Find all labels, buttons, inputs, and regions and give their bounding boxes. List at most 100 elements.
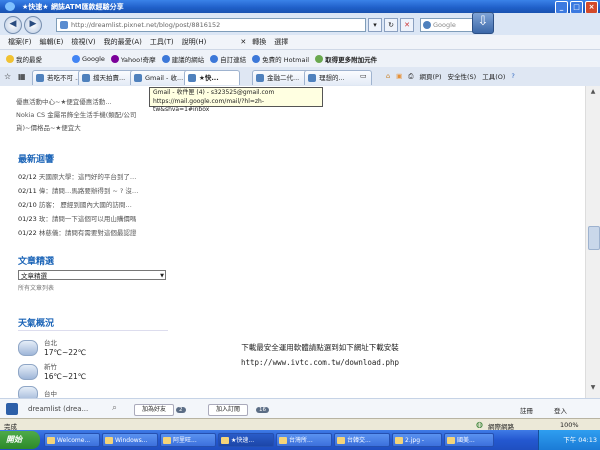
menu-favorites[interactable]: 我的最愛(A) [104, 37, 142, 47]
taskbar-item[interactable]: Welcome... [44, 433, 100, 447]
window-titlebar: ★快速★ 網誌ATM匯款經驗分享 _ □ × [0, 0, 600, 14]
blog-name[interactable]: dreamlist (drea... [28, 405, 88, 413]
comment-item[interactable]: 01/23 玫：請問一下這個可以用山購價嗎 [18, 212, 138, 226]
back-button[interactable]: ◀ [4, 16, 22, 34]
ie-icon [252, 54, 261, 63]
taskbar-item[interactable]: 2.jpg - [392, 433, 442, 447]
app-icon [105, 437, 113, 444]
ie-icon [161, 54, 170, 63]
new-tab-icon[interactable]: ▭ [360, 72, 367, 80]
menu-edit[interactable]: 編輯(E) [40, 37, 64, 47]
featured-articles-title: 文章精選 [18, 257, 55, 267]
comment-item[interactable]: 02/12 天國原大學：這門好的平台到了… [18, 170, 138, 184]
add-friend-button[interactable]: 加為好友 [134, 404, 174, 416]
weather-item: 新竹 16℃~21℃ [18, 362, 168, 382]
fav-google[interactable]: Google [72, 54, 105, 63]
feeds-icon[interactable]: ▣ [396, 72, 402, 80]
favorites-center-icon[interactable]: ☆ [4, 72, 11, 81]
register-link[interactable]: 註冊 [520, 405, 533, 415]
latest-comments-list: 02/12 天國原大學：這門好的平台到了… 02/11 偉：請問…馬路要辦得到 … [18, 170, 138, 240]
yahoo-icon [110, 54, 119, 63]
start-button[interactable]: 開始 [0, 431, 40, 449]
download-arrow-icon[interactable]: ⇩ [472, 12, 494, 34]
divider [18, 330, 168, 331]
url-text: http://dreamlist.pixnet.net/blog/post/88… [71, 21, 221, 29]
favorites-bar: 我的最愛 Google Yahoo!奇摩 建議的網站 自訂連結 免費的 Hotm… [0, 50, 600, 68]
cloud-icon [18, 340, 38, 356]
page-icon [256, 74, 264, 82]
select-button[interactable]: 選擇 [274, 37, 288, 47]
tab-bar: ☆ ▦ 若吃不可 ... 擋天拍賣... Gmail - 收... ★快... … [0, 67, 600, 87]
ie-logo-icon [5, 2, 15, 11]
safety-menu[interactable]: 安全性(S) [448, 71, 477, 81]
taskbar-item[interactable]: 國美... [444, 433, 494, 447]
taskbar-item[interactable]: 台韓交... [334, 433, 390, 447]
comment-item[interactable]: 01/22 林慈儀：請問有需要對這個最認證 [18, 226, 138, 240]
taskbar-item[interactable]: Windows... [102, 433, 158, 447]
forward-button[interactable]: ▶ [24, 16, 42, 34]
download-link[interactable]: http://www.ivtc.com.tw/download.php [170, 358, 470, 367]
product-link[interactable]: 貨)~價格品~★便宜大 [16, 122, 176, 135]
app-icon [163, 437, 171, 444]
convert-button[interactable]: 轉換 [252, 37, 266, 47]
app-icon [221, 437, 229, 444]
tools-menu[interactable]: 工具(O) [482, 71, 505, 81]
login-link[interactable]: 登入 [554, 405, 567, 415]
page-content: 優惠活動中心~★便宜優惠活動… Nokia CS 金屬吊飾全生活手機(類配/公司… [0, 86, 585, 398]
fav-hotmail[interactable]: 免費的 Hotmail [252, 54, 309, 64]
google-icon [72, 54, 80, 63]
refresh-icon[interactable]: ↻ [384, 18, 398, 32]
home-icon[interactable]: ⌂ [386, 72, 390, 80]
taskbar-item-active[interactable]: ★快速... [218, 433, 274, 447]
app-icon [395, 437, 403, 444]
comment-item[interactable]: 02/10 訪客： 歷經到國內大國的訪問… [18, 198, 138, 212]
comment-item[interactable]: 02/11 偉：請問…馬路要辦得到 ~ ? 沒… [18, 184, 138, 198]
clock[interactable]: 下午 04:13 [563, 436, 597, 444]
app-icon [279, 437, 287, 444]
menu-view[interactable]: 檢視(V) [71, 37, 95, 47]
addon-icon [315, 54, 324, 63]
search-icon[interactable]: ⌕ [112, 403, 117, 413]
friend-count: 2 [176, 405, 186, 413]
taskbar-item[interactable]: 台灣所... [276, 433, 332, 447]
window-title: ★快速★ 網誌ATM匯款經驗分享 [22, 3, 124, 11]
google-icon [423, 21, 431, 29]
page-icon [188, 74, 196, 82]
scroll-up-icon[interactable]: ▲ [588, 88, 598, 98]
menu-file[interactable]: 檔案(F) [8, 37, 32, 47]
fav-suggested[interactable]: 建議的網站 [161, 54, 204, 64]
subscribe-count: 16 [256, 405, 269, 413]
pixnet-logo-icon [6, 403, 18, 415]
taskbar-item[interactable]: 阿里旺... [160, 433, 216, 447]
address-toolbar: ◀ ▶ http://dreamlist.pixnet.net/blog/pos… [0, 13, 600, 36]
all-articles-link[interactable]: 所有文章列表 [18, 283, 54, 292]
featured-articles-select[interactable]: 文章精選 [18, 270, 166, 281]
tab-toolbar: ⌂ ▣ ⎙ 網頁(P) 安全性(S) 工具(O) ? [380, 71, 515, 82]
favorites-button[interactable]: 我的最愛 [6, 54, 42, 64]
address-dropdown-button[interactable]: ▾ [368, 18, 382, 32]
tab-4-active[interactable]: ★快... [184, 70, 240, 85]
menu-tools[interactable]: 工具(T) [150, 37, 174, 47]
fav-yahoo[interactable]: Yahoo!奇摩 [110, 54, 156, 64]
latest-comments-title: 最新迴響 [18, 155, 55, 165]
fav-custom-links[interactable]: 自訂連結 [210, 54, 246, 64]
help-icon[interactable]: ? [511, 72, 514, 80]
star-icon [6, 54, 14, 63]
vertical-scrollbar[interactable]: ▲ ▼ [585, 86, 600, 398]
toolbar-x-icon[interactable]: ✕ [240, 38, 246, 46]
quick-tabs-icon[interactable]: ▦ [18, 72, 26, 81]
stop-icon[interactable]: ✕ [400, 18, 414, 32]
print-icon[interactable]: ⎙ [408, 72, 413, 81]
weather-title: 天氣概況 [18, 319, 55, 329]
fav-get-addons[interactable]: 取得更多附加元件 [315, 54, 377, 64]
page-icon [134, 74, 142, 82]
product-link[interactable]: Nokia CS 金屬吊飾全生活手機(類配/公司 [16, 109, 176, 122]
scroll-down-icon[interactable]: ▼ [588, 384, 598, 394]
subscribe-button[interactable]: 加入訂閱 [208, 404, 248, 416]
weather-list: 台北 17℃~22℃ 新竹 16℃~21℃ 台中 [18, 336, 168, 398]
page-menu[interactable]: 網頁(P) [420, 71, 442, 81]
url-input[interactable]: http://dreamlist.pixnet.net/blog/post/88… [56, 18, 366, 32]
scroll-thumb[interactable] [588, 226, 600, 250]
zoom-level[interactable]: 100% [560, 421, 579, 429]
menu-help[interactable]: 說明(H) [182, 37, 207, 47]
